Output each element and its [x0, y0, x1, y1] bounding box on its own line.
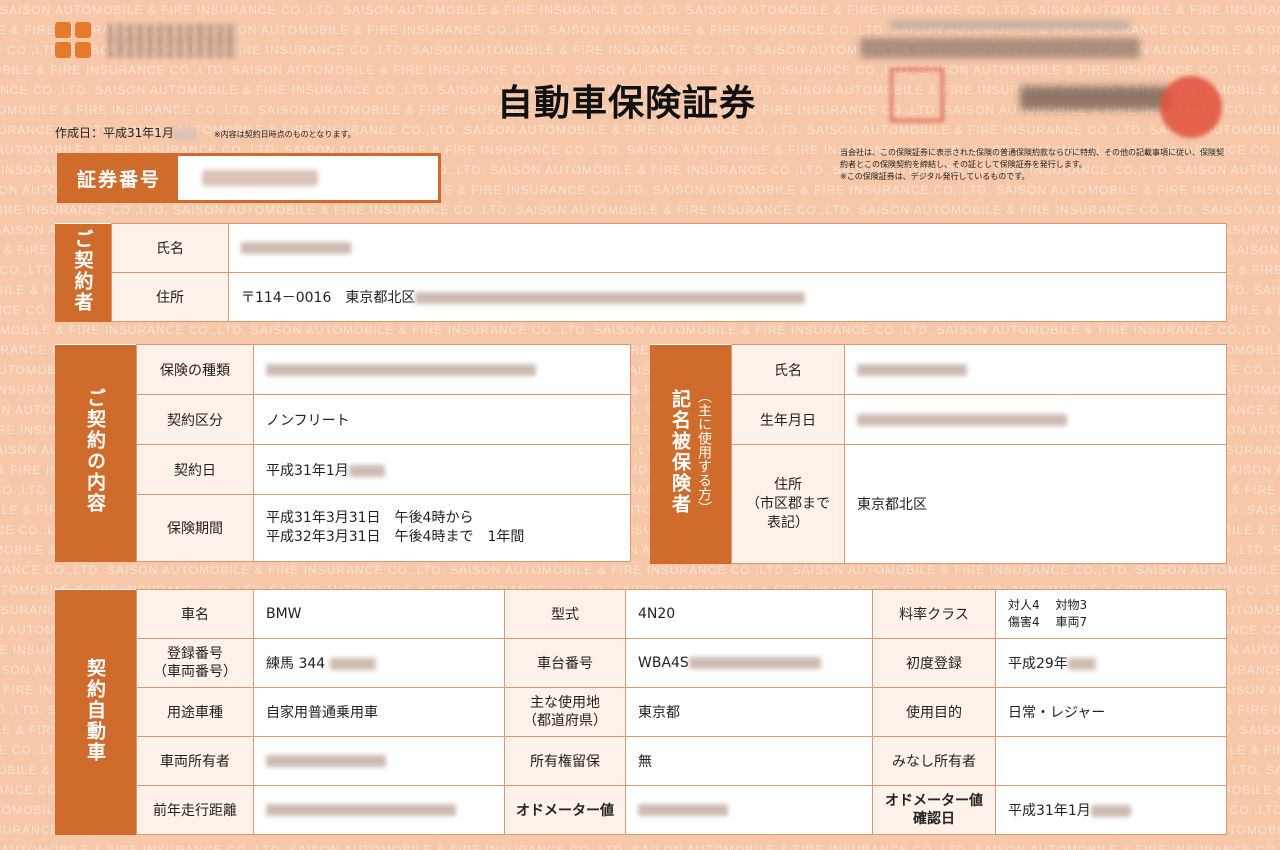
insured-birth-label: 生年月日: [731, 394, 845, 445]
contract-date-label: 契約日: [136, 444, 254, 495]
insurance-type-label: 保険の種類: [136, 344, 254, 395]
contract-section-label: ご契約の内容: [55, 344, 137, 562]
insurance-period-value: 平成31年3月31日 午後4時から 平成32年3月31日 午後4時まで 1年間: [253, 494, 631, 562]
vehicle-owner-value: [253, 736, 505, 786]
purpose-label: 使用目的: [872, 687, 996, 737]
policy-number-box: 証券番号: [57, 153, 441, 203]
logo-mark-icon: [55, 22, 93, 60]
policy-number-label: 証券番号: [60, 156, 178, 200]
insured-table: 記名被保険者 （主に使用する方） 氏名 生年月日 住所 （市区郡まで 表記） 東京都北…: [650, 344, 1227, 564]
insurance-type-value: [253, 344, 631, 395]
retention-label: 所有権留保: [504, 736, 626, 786]
first-reg-value: 平成29年: [995, 638, 1227, 688]
logo-text-redacted: [107, 24, 237, 58]
odometer-value: [625, 785, 873, 835]
use-type-value: 自家用普通乗用車: [253, 687, 505, 737]
contract-class-label: 契約区分: [136, 394, 254, 445]
car-name-label: 車名: [136, 589, 254, 639]
stamp-icon: [890, 68, 944, 122]
first-reg-label: 初度登録: [872, 638, 996, 688]
created-label: 作成日：: [55, 126, 104, 140]
deemed-owner-value: [995, 736, 1227, 786]
watermark-line: SAISON AUTOMOBILE & FIRE INSURANCE CO.,L…: [0, 3, 1280, 17]
car-name-value: BMW: [253, 589, 505, 639]
contractor-address-value: 〒114－0016 東京都北区: [228, 272, 1227, 322]
watermark-line: SAISON AUTOMOBILE & FIRE INSURANCE CO.,L…: [0, 323, 1280, 337]
contractor-table: ご契約者 氏名 住所 〒114－0016 東京都北区: [55, 223, 1227, 322]
redacted-day: [173, 127, 196, 140]
policy-number-redacted: [202, 170, 318, 186]
odometer-label: オドメーター値: [504, 785, 626, 835]
document-title: 自動車保険証券: [497, 83, 757, 124]
purpose-value: 日常・レジャー: [995, 687, 1227, 737]
contractor-name-value: [228, 223, 1227, 273]
company-seal: [860, 20, 1230, 138]
created-note: ※内容は契約日時点のものとなります。: [213, 130, 356, 139]
use-area-label: 主な使用地 （都道府県）: [504, 687, 626, 737]
insured-birth-value: [844, 394, 1227, 445]
contract-date-value: 平成31年1月: [253, 444, 631, 495]
retention-value: 無: [625, 736, 873, 786]
watermark-line: SAISON AUTOMOBILE & FIRE INSURANCE CO.,L…: [0, 203, 1280, 217]
created-date: 作成日：平成31年1月 ※内容は契約日時点のものとなります。: [55, 124, 356, 141]
vehicle-owner-label: 車両所有者: [136, 736, 254, 786]
chassis-value: WBA4S: [625, 638, 873, 688]
odometer-date-value: 平成31年1月: [995, 785, 1227, 835]
vehicle-table: 契約自動車 車名 BMW 型式 4N20 料率クラス 対人4 対物3 傷害4 車両…: [55, 589, 1227, 835]
use-area-value: 東京都: [625, 687, 873, 737]
reg-number-label: 登録番号 （車両番号）: [136, 638, 254, 688]
use-type-label: 用途車種: [136, 687, 254, 737]
watermark-line: SAISON AUTOMOBILE & FIRE INSURANCE CO.,L…: [0, 843, 1280, 850]
odometer-date-label: オドメーター値 確認日: [872, 785, 996, 835]
contract-table: ご契約の内容 保険の種類 契約区分 ノンフリート 契約日 平成31年1月 保険期…: [55, 344, 631, 562]
model-label: 型式: [504, 589, 626, 639]
insured-address-value: 東京都北区: [844, 444, 1227, 564]
chassis-label: 車台番号: [504, 638, 626, 688]
mileage-value: [253, 785, 505, 835]
created-value: 平成31年1月: [103, 126, 174, 140]
vehicle-section-label: 契約自動車: [55, 589, 137, 835]
hanko-seal-icon: [1160, 76, 1222, 138]
contractor-section-label: ご契約者: [55, 223, 112, 322]
contract-class-value: ノンフリート: [253, 394, 631, 445]
insured-name-label: 氏名: [731, 344, 845, 395]
notice-digital: ※この保険証券は、デジタル発行しているものです。: [840, 172, 1030, 181]
insurance-period-label: 保険期間: [136, 494, 254, 562]
notice-text: 当会社は、この保険証券に表示された保険の普通保険約款ならびに特約、その他の記載事…: [840, 148, 1224, 169]
insured-section-label: 記名被保険者 （主に使用する方）: [650, 344, 732, 564]
issuance-notice: 当会社は、この保険証券に表示された保険の普通保険約款ならびに特約、その他の記載事…: [840, 147, 1230, 183]
contractor-address-label: 住所: [111, 272, 229, 322]
insured-name-value: [844, 344, 1227, 395]
deemed-owner-label: みなし所有者: [872, 736, 996, 786]
rate-class-value: 対人4 対物3 傷害4 車両7: [995, 589, 1227, 639]
insured-address-label: 住所 （市区郡まで 表記）: [731, 444, 845, 564]
company-logo: [55, 18, 253, 70]
contractor-name-label: 氏名: [111, 223, 229, 273]
mileage-label: 前年走行距離: [136, 785, 254, 835]
reg-number-value: 練馬 344: [253, 638, 505, 688]
model-value: 4N20: [625, 589, 873, 639]
rate-class-label: 料率クラス: [872, 589, 996, 639]
